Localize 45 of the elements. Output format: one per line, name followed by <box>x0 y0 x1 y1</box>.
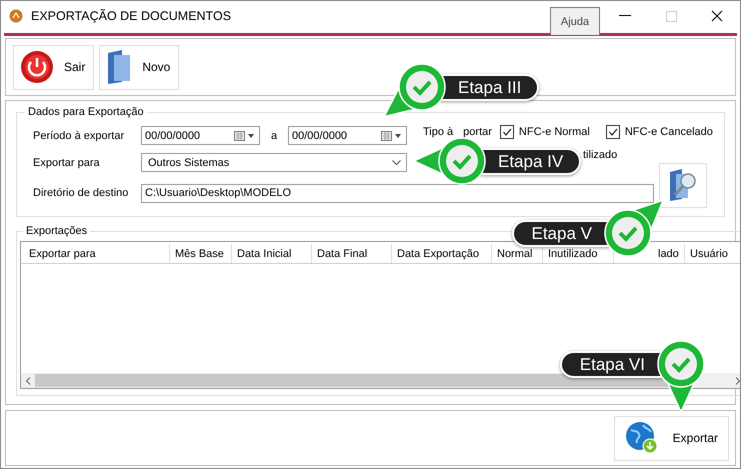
date-field[interactable]: 00/00/0000 <box>288 126 407 145</box>
field-label: Tipo à <box>423 126 454 138</box>
target-dropdown[interactable]: Outros Sistemas <box>141 153 407 172</box>
column-header[interactable]: Normal <box>497 248 532 260</box>
column-header[interactable]: lado <box>658 248 679 260</box>
globe-download-icon <box>624 421 659 455</box>
field-label: Período à exportar <box>33 130 126 142</box>
type-checkbox[interactable]: NFC-e Normal <box>500 124 590 138</box>
browse-button[interactable] <box>659 162 707 208</box>
maximize-icon <box>666 10 676 22</box>
toolbar-button[interactable]: Novo <box>99 44 180 90</box>
field-label: Exportar para <box>33 156 101 168</box>
app-icon <box>9 9 23 23</box>
calendar-icon[interactable] <box>381 130 403 140</box>
power-icon <box>20 50 54 84</box>
group-title: Dados para Exportação <box>27 106 145 118</box>
folder-icon <box>106 49 132 85</box>
scroll-right-icon <box>735 376 740 384</box>
column-header[interactable]: Mês Base <box>175 248 224 260</box>
field-label: portar <box>463 126 492 138</box>
window-title: EXPORTAÇÃO DE DOCUMENTOS <box>31 9 232 23</box>
help-tab[interactable]: Ajuda <box>550 7 600 35</box>
column-header[interactable]: Data Inicial <box>237 248 292 260</box>
range-separator: a <box>270 130 278 142</box>
group-title: Exportações <box>25 225 88 237</box>
chevron-icon <box>392 160 401 165</box>
column-header[interactable]: Exportar para <box>29 248 96 260</box>
directory-field[interactable]: C:\Usuario\Desktop\MODELO <box>141 184 654 202</box>
toolbar-button[interactable]: Sair <box>13 44 94 90</box>
date-field[interactable]: 00/00/0000 <box>141 126 260 145</box>
field-label: Diretório de destino <box>33 187 130 199</box>
column-header[interactable]: Inutilizado <box>548 248 598 260</box>
check-icon <box>502 126 512 136</box>
calendar-icon[interactable] <box>234 130 256 140</box>
export-button[interactable]: Exportar <box>614 416 729 460</box>
column-header[interactable]: Data Final <box>317 248 368 260</box>
type-checkbox[interactable]: NFC-e Cancelado <box>606 124 713 138</box>
checkbox-label: tilizado <box>583 148 618 160</box>
column-header[interactable]: Usuário <box>690 248 728 260</box>
minimize-icon <box>619 15 631 17</box>
check-icon <box>608 126 618 136</box>
column-header[interactable]: Data Exportação <box>397 248 479 260</box>
horizontal-scrollbar[interactable] <box>21 373 740 388</box>
scroll-left-icon <box>25 376 31 384</box>
close-icon <box>711 10 723 22</box>
